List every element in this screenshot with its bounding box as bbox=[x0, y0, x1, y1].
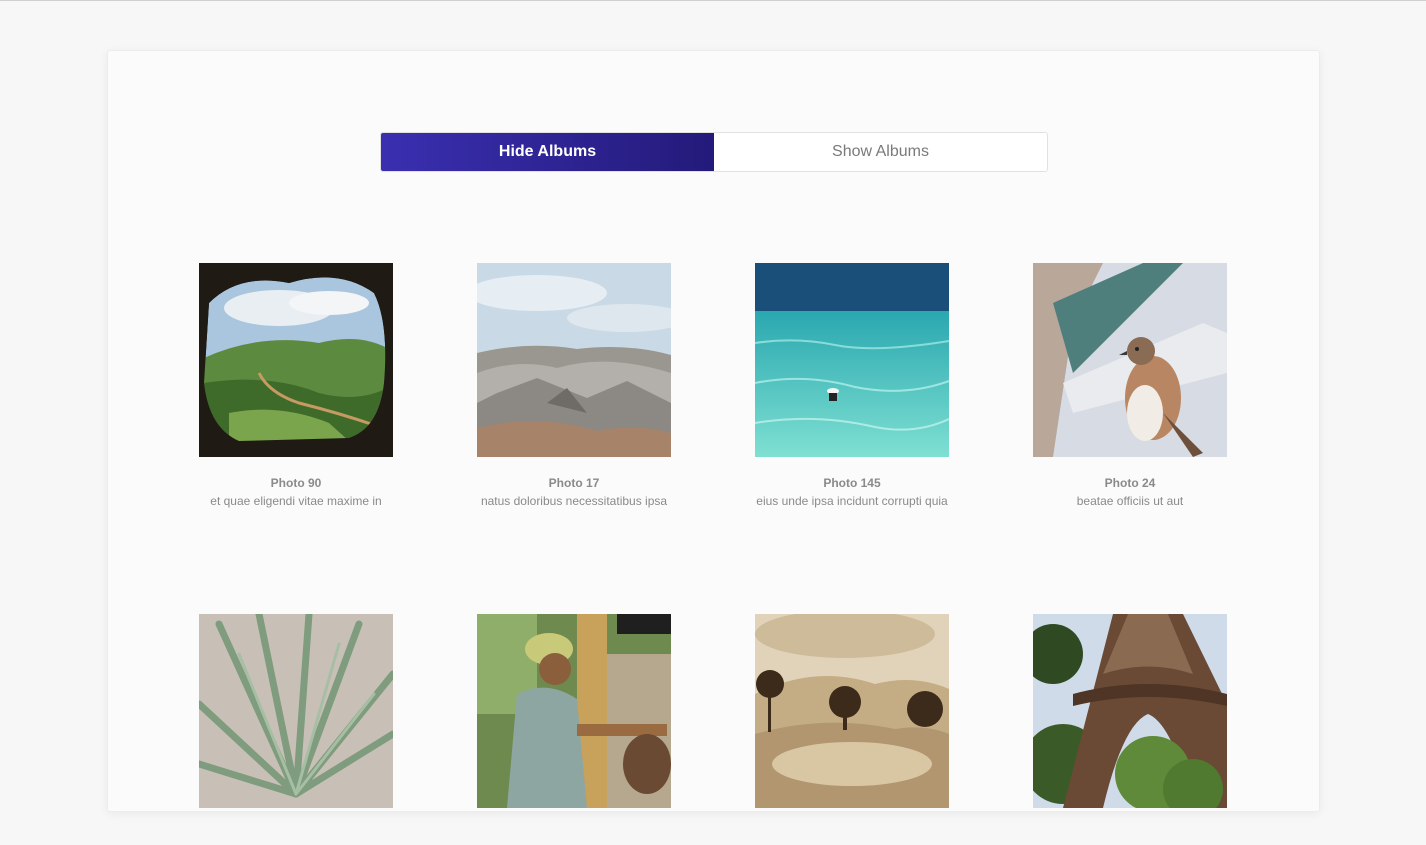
photo-thumbnail[interactable] bbox=[755, 263, 949, 457]
photo-thumbnail[interactable] bbox=[199, 263, 393, 457]
photo-thumbnail[interactable] bbox=[477, 614, 671, 808]
rocky-mountain-image bbox=[477, 263, 671, 457]
photo-card[interactable] bbox=[477, 614, 671, 845]
turquoise-sea-image bbox=[755, 263, 949, 457]
sepia-hills-image bbox=[755, 614, 949, 808]
agave-plant-image bbox=[199, 614, 393, 808]
hide-albums-button[interactable]: Hide Albums bbox=[381, 133, 714, 171]
photo-card[interactable] bbox=[755, 614, 949, 845]
woman-working-image bbox=[477, 614, 671, 808]
album-visibility-toggle: Hide Albums Show Albums bbox=[380, 132, 1048, 172]
cave-valley-image bbox=[199, 263, 393, 457]
photo-description: beatae officiis ut aut bbox=[1076, 494, 1184, 508]
photo-title: Photo 145 bbox=[823, 476, 881, 490]
photo-card[interactable]: Photo 145 eius unde ipsa incidunt corrup… bbox=[755, 263, 949, 509]
window-top-border bbox=[0, 0, 1426, 1]
photo-thumbnail[interactable] bbox=[1033, 263, 1227, 457]
photo-card[interactable]: Photo 90 et quae eligendi vitae maxime i… bbox=[199, 263, 393, 509]
photo-title: Photo 17 bbox=[548, 476, 600, 490]
photo-card[interactable] bbox=[1033, 614, 1227, 845]
photo-description: natus doloribus necessitatibus ipsa bbox=[480, 494, 668, 508]
gallery-panel: Hide Albums Show Albums Photo 90 et quae… bbox=[107, 50, 1320, 812]
photo-card[interactable]: Photo 17 natus doloribus necessitatibus … bbox=[477, 263, 671, 509]
photo-title: Photo 90 bbox=[270, 476, 322, 490]
sparrow-bird-image bbox=[1033, 263, 1227, 457]
photo-title bbox=[1033, 827, 1227, 842]
photo-thumbnail[interactable] bbox=[1033, 614, 1227, 808]
photo-card[interactable] bbox=[199, 614, 393, 845]
eiffel-tower-image bbox=[1033, 614, 1227, 808]
photo-description: et quae eligendi vitae maxime in bbox=[210, 494, 382, 508]
photo-title bbox=[755, 827, 949, 842]
photo-thumbnail[interactable] bbox=[477, 263, 671, 457]
photo-description: eius unde ipsa incidunt corrupti quia bbox=[756, 494, 948, 508]
show-albums-button[interactable]: Show Albums bbox=[714, 133, 1047, 171]
photo-title bbox=[199, 827, 393, 842]
photo-thumbnail[interactable] bbox=[199, 614, 393, 808]
photo-card[interactable]: Photo 24 beatae officiis ut aut bbox=[1033, 263, 1227, 509]
photo-title: Photo 24 bbox=[1104, 476, 1156, 490]
photo-thumbnail[interactable] bbox=[755, 614, 949, 808]
photo-title bbox=[477, 827, 671, 842]
